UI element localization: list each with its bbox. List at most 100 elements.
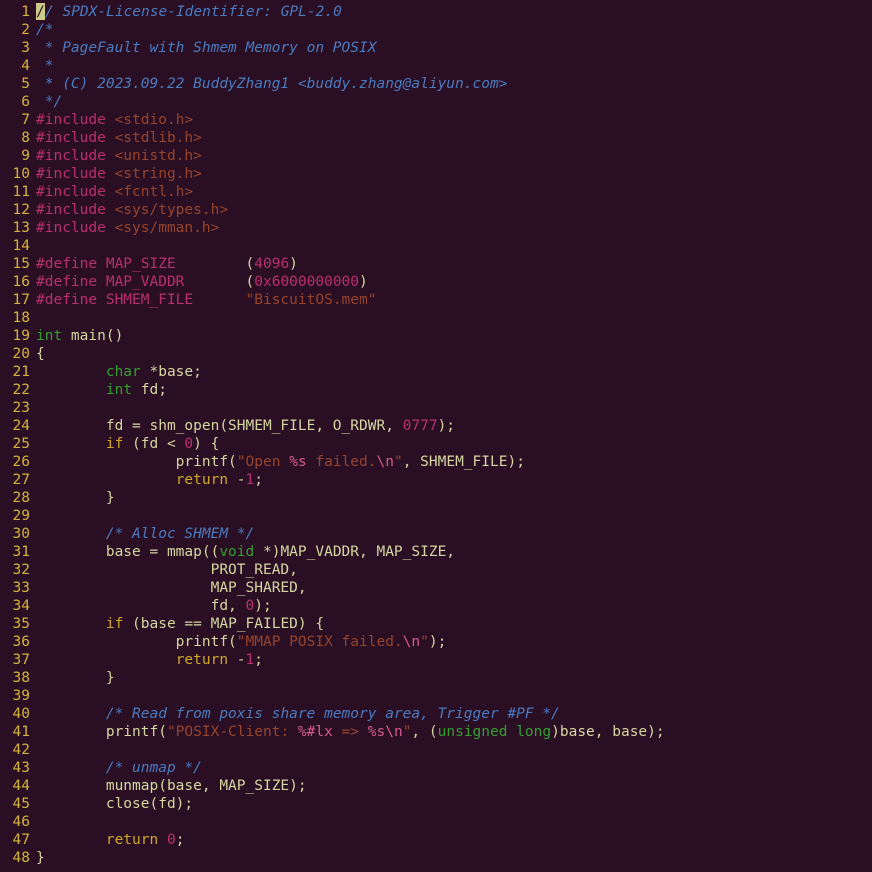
code-text[interactable] <box>36 741 872 759</box>
line-number: 46 <box>0 813 36 831</box>
code-line[interactable]: 40 /* Read from poxis share memory area,… <box>0 705 872 723</box>
code-line[interactable]: 18 <box>0 309 872 327</box>
code-text[interactable]: if (base == MAP_FAILED) { <box>36 615 872 633</box>
code-text[interactable]: } <box>36 669 872 687</box>
code-text[interactable]: printf("POSIX-Client: %#lx => %s\n", (un… <box>36 723 872 741</box>
code-line[interactable]: 29 <box>0 507 872 525</box>
code-text[interactable] <box>36 813 872 831</box>
code-line[interactable]: 4 * <box>0 57 872 75</box>
code-text[interactable]: #define MAP_SIZE (4096) <box>36 255 872 273</box>
code-text[interactable]: return -1; <box>36 651 872 669</box>
code-text[interactable]: /* Alloc SHMEM */ <box>36 525 872 543</box>
code-text[interactable]: printf("Open %s failed.\n", SHMEM_FILE); <box>36 453 872 471</box>
code-editor[interactable]: 1// SPDX-License-Identifier: GPL-2.02/*3… <box>0 0 872 867</box>
token-type: unsigned <box>438 724 508 740</box>
code-line[interactable]: 28 } <box>0 489 872 507</box>
code-text[interactable]: #include <fcntl.h> <box>36 183 872 201</box>
code-line[interactable]: 15#define MAP_SIZE (4096) <box>0 255 872 273</box>
code-text[interactable]: /* Read from poxis share memory area, Tr… <box>36 705 872 723</box>
code-line[interactable]: 16#define MAP_VADDR (0x6000000000) <box>0 273 872 291</box>
code-text[interactable]: #include <stdio.h> <box>36 111 872 129</box>
code-text[interactable]: printf("MMAP POSIX failed.\n"); <box>36 633 872 651</box>
code-text[interactable]: { <box>36 345 872 363</box>
code-text[interactable]: #include <unistd.h> <box>36 147 872 165</box>
code-text[interactable]: if (fd < 0) { <box>36 435 872 453</box>
code-line[interactable]: 20{ <box>0 345 872 363</box>
code-text[interactable]: #include <string.h> <box>36 165 872 183</box>
code-line[interactable]: 21 char *base; <box>0 363 872 381</box>
code-line[interactable]: 11#include <fcntl.h> <box>0 183 872 201</box>
code-line[interactable]: 3 * PageFault with Shmem Memory on POSIX <box>0 39 872 57</box>
code-text[interactable]: * PageFault with Shmem Memory on POSIX <box>36 39 872 57</box>
code-text[interactable]: fd = shm_open(SHMEM_FILE, O_RDWR, 0777); <box>36 417 872 435</box>
code-text[interactable]: #include <sys/mman.h> <box>36 219 872 237</box>
code-line[interactable]: 44 munmap(base, MAP_SIZE); <box>0 777 872 795</box>
code-text[interactable]: // SPDX-License-Identifier: GPL-2.0 <box>36 3 872 21</box>
code-text[interactable]: munmap(base, MAP_SIZE); <box>36 777 872 795</box>
code-line[interactable]: 13#include <sys/mman.h> <box>0 219 872 237</box>
code-line[interactable]: 33 MAP_SHARED, <box>0 579 872 597</box>
code-text[interactable]: char *base; <box>36 363 872 381</box>
code-line[interactable]: 45 close(fd); <box>0 795 872 813</box>
code-text[interactable]: /* <box>36 21 872 39</box>
code-text[interactable]: PROT_READ, <box>36 561 872 579</box>
code-line[interactable]: 27 return -1; <box>0 471 872 489</box>
code-text[interactable]: int fd; <box>36 381 872 399</box>
code-text[interactable]: } <box>36 489 872 507</box>
code-line[interactable]: 9#include <unistd.h> <box>0 147 872 165</box>
code-line[interactable]: 30 /* Alloc SHMEM */ <box>0 525 872 543</box>
code-line[interactable]: 5 * (C) 2023.09.22 BuddyZhang1 <buddy.zh… <box>0 75 872 93</box>
code-text[interactable]: int main() <box>36 327 872 345</box>
code-text[interactable]: #define SHMEM_FILE "BiscuitOS.mem" <box>36 291 872 309</box>
code-line[interactable]: 2/* <box>0 21 872 39</box>
code-text[interactable]: #include <stdlib.h> <box>36 129 872 147</box>
code-text[interactable] <box>36 507 872 525</box>
code-text[interactable]: return -1; <box>36 471 872 489</box>
code-line[interactable]: 48} <box>0 849 872 867</box>
code-line[interactable]: 47 return 0; <box>0 831 872 849</box>
code-line[interactable]: 34 fd, 0); <box>0 597 872 615</box>
code-text[interactable] <box>36 399 872 417</box>
code-line[interactable]: 17#define SHMEM_FILE "BiscuitOS.mem" <box>0 291 872 309</box>
code-text[interactable]: } <box>36 849 872 867</box>
code-line[interactable]: 36 printf("MMAP POSIX failed.\n"); <box>0 633 872 651</box>
code-line[interactable]: 26 printf("Open %s failed.\n", SHMEM_FIL… <box>0 453 872 471</box>
code-text[interactable]: #define MAP_VADDR (0x6000000000) <box>36 273 872 291</box>
code-text[interactable]: #include <sys/types.h> <box>36 201 872 219</box>
code-text[interactable]: /* unmap */ <box>36 759 872 777</box>
code-text[interactable] <box>36 237 872 255</box>
code-text[interactable]: */ <box>36 93 872 111</box>
code-text[interactable]: return 0; <box>36 831 872 849</box>
code-line[interactable]: 35 if (base == MAP_FAILED) { <box>0 615 872 633</box>
code-text[interactable]: close(fd); <box>36 795 872 813</box>
code-line[interactable]: 7#include <stdio.h> <box>0 111 872 129</box>
code-line[interactable]: 24 fd = shm_open(SHMEM_FILE, O_RDWR, 077… <box>0 417 872 435</box>
code-line[interactable]: 31 base = mmap((void *)MAP_VADDR, MAP_SI… <box>0 543 872 561</box>
code-line[interactable]: 41 printf("POSIX-Client: %#lx => %s\n", … <box>0 723 872 741</box>
code-line[interactable]: 12#include <sys/types.h> <box>0 201 872 219</box>
token-plain: ); <box>438 418 455 434</box>
code-line[interactable]: 43 /* unmap */ <box>0 759 872 777</box>
code-text[interactable]: fd, 0); <box>36 597 872 615</box>
code-line[interactable]: 38 } <box>0 669 872 687</box>
code-text[interactable]: * (C) 2023.09.22 BuddyZhang1 <buddy.zhan… <box>36 75 872 93</box>
code-line[interactable]: 37 return -1; <box>0 651 872 669</box>
code-text[interactable]: * <box>36 57 872 75</box>
code-line[interactable]: 39 <box>0 687 872 705</box>
code-text[interactable] <box>36 309 872 327</box>
code-text[interactable]: base = mmap((void *)MAP_VADDR, MAP_SIZE, <box>36 543 872 561</box>
code-line[interactable]: 46 <box>0 813 872 831</box>
code-line[interactable]: 6 */ <box>0 93 872 111</box>
code-line[interactable]: 25 if (fd < 0) { <box>0 435 872 453</box>
code-text[interactable]: MAP_SHARED, <box>36 579 872 597</box>
code-line[interactable]: 1// SPDX-License-Identifier: GPL-2.0 <box>0 3 872 21</box>
code-line[interactable]: 14 <box>0 237 872 255</box>
code-line[interactable]: 8#include <stdlib.h> <box>0 129 872 147</box>
code-line[interactable]: 10#include <string.h> <box>0 165 872 183</box>
code-line[interactable]: 23 <box>0 399 872 417</box>
code-text[interactable] <box>36 687 872 705</box>
code-line[interactable]: 19int main() <box>0 327 872 345</box>
code-line[interactable]: 22 int fd; <box>0 381 872 399</box>
code-line[interactable]: 42 <box>0 741 872 759</box>
code-line[interactable]: 32 PROT_READ, <box>0 561 872 579</box>
